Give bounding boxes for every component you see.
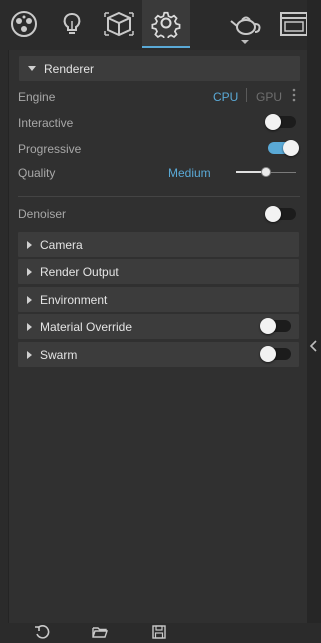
environment-section-header[interactable]: Environment <box>18 287 299 312</box>
material-override-section-header[interactable]: Material Override <box>18 314 299 339</box>
swarm-section-header[interactable]: Swarm <box>18 342 299 367</box>
teapot-dropdown-caret[interactable] <box>241 40 249 44</box>
folder-open-icon[interactable] <box>92 624 108 640</box>
toggle-knob <box>283 140 299 156</box>
camera-section-title: Camera <box>40 237 83 252</box>
material-override-toggle[interactable] <box>260 318 291 334</box>
engine-label: Engine <box>18 90 56 104</box>
toggle-knob <box>265 206 281 222</box>
lighting-icon <box>63 13 81 34</box>
progressive-toggle[interactable] <box>268 140 299 156</box>
tab-object[interactable] <box>95 0 143 48</box>
top-toolbar <box>0 0 321 50</box>
object-icon <box>104 11 134 37</box>
toggle-knob <box>260 318 276 334</box>
more-options-icon[interactable] <box>292 88 296 102</box>
render-output-section-header[interactable]: Render Output <box>18 259 299 284</box>
quality-value[interactable]: Medium <box>168 166 211 180</box>
save-icon[interactable] <box>151 624 167 640</box>
swarm-section-title: Swarm <box>40 347 78 362</box>
swarm-toggle[interactable] <box>260 346 291 362</box>
expand-arrow-icon <box>27 350 32 359</box>
progressive-label: Progressive <box>18 142 82 156</box>
collapse-arrow-icon <box>28 66 36 71</box>
tab-lighting[interactable] <box>48 0 96 48</box>
teapot-icon <box>230 16 261 35</box>
expand-arrow-icon <box>27 240 32 249</box>
expand-arrow-icon <box>27 267 32 276</box>
engine-cpu-option[interactable]: CPU <box>213 90 238 104</box>
materials-icon <box>11 11 37 37</box>
interactive-toggle[interactable] <box>265 114 296 130</box>
renderer-section-header[interactable]: Renderer <box>19 56 300 81</box>
renderer-section-title: Renderer <box>44 61 95 76</box>
toggle-knob <box>260 346 276 362</box>
denoiser-toggle[interactable] <box>265 206 296 222</box>
expand-arrow-icon <box>27 295 32 304</box>
camera-section-header[interactable]: Camera <box>18 232 299 257</box>
render-output-section-title: Render Output <box>40 264 119 279</box>
expand-arrow-icon <box>27 322 32 331</box>
chevron-left-icon[interactable] <box>309 340 319 352</box>
interactive-label: Interactive <box>18 116 74 130</box>
quality-label: Quality <box>18 166 56 180</box>
engine-separator <box>246 88 247 102</box>
engine-gpu-option[interactable]: GPU <box>256 90 282 104</box>
window-icon <box>280 12 308 36</box>
environment-section-title: Environment <box>40 292 108 307</box>
panel-edge-handle[interactable] <box>307 0 321 643</box>
quality-slider-thumb[interactable] <box>261 167 271 177</box>
section-divider <box>18 196 300 197</box>
undo-icon[interactable] <box>34 624 50 640</box>
settings-icon <box>151 11 181 38</box>
toggle-knob <box>265 114 281 130</box>
denoiser-label: Denoiser <box>18 207 67 221</box>
tab-settings[interactable] <box>142 0 190 48</box>
material-override-section-title: Material Override <box>40 319 133 334</box>
tab-materials[interactable] <box>0 0 48 48</box>
